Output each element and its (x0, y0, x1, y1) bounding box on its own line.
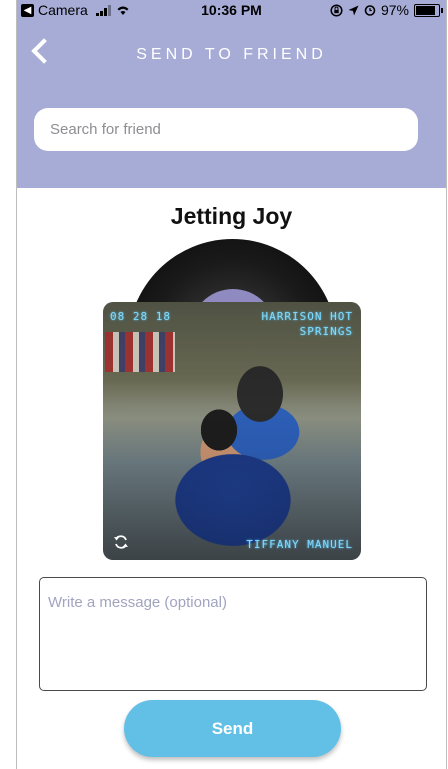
lock-rotation-icon (330, 3, 343, 17)
photo-names-stamp: TIFFANY MANUEL (246, 538, 353, 551)
battery-fill (416, 5, 436, 15)
photo-date-stamp: 08 28 18 (110, 310, 171, 323)
status-right: 97% (330, 2, 443, 18)
photo-location-line1: HARRISON HOT (261, 310, 353, 323)
send-button[interactable]: Send (124, 700, 341, 757)
song-title: Jetting Joy (170, 203, 293, 229)
status-bar: ◀ Camera 10:36 PM 97% (17, 0, 446, 20)
photo-location-stamp: HARRISON HOT SPRINGS (223, 309, 353, 339)
photo-background-flags (105, 332, 175, 372)
page-title: SEND TO FRIEND (136, 46, 327, 63)
location-icon (348, 5, 359, 15)
message-field[interactable] (39, 577, 427, 691)
screen-border-right (446, 0, 447, 769)
alarm-icon (364, 5, 376, 16)
header: SEND TO FRIEND (17, 20, 446, 188)
photo-location-line2: SPRINGS (299, 325, 353, 338)
album-photo[interactable]: 08 28 18 HARRISON HOT SPRINGS TIFFANY MA… (103, 302, 361, 560)
search-input[interactable] (34, 108, 418, 151)
app-screen: ◀ Camera 10:36 PM 97% SEND TO FRIEND Sea… (0, 0, 448, 769)
battery-icon (414, 3, 443, 17)
battery-percent: 97% (380, 2, 409, 18)
refresh-icon[interactable] (113, 534, 129, 550)
